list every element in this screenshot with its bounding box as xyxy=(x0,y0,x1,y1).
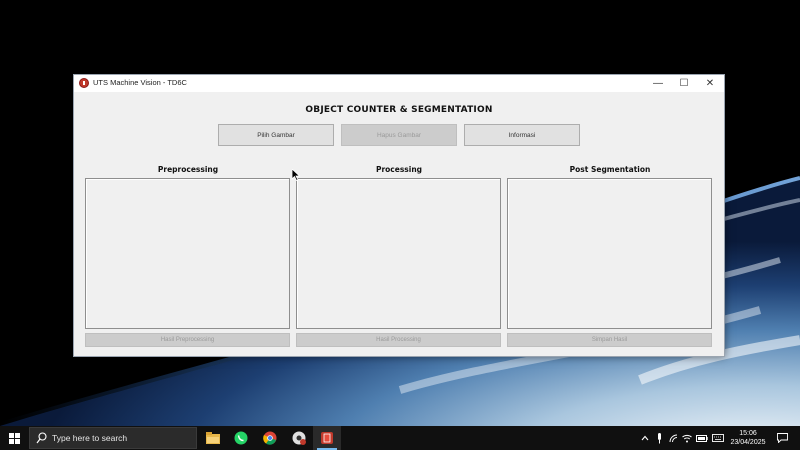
file-explorer-icon xyxy=(206,432,220,444)
location-icon xyxy=(669,434,677,442)
taskbar-clock[interactable]: 15:06 23/04/2025 xyxy=(726,429,770,447)
app-logo-icon xyxy=(79,78,89,88)
search-placeholder: Type here to search xyxy=(52,433,128,443)
keyboard-icon xyxy=(712,434,724,442)
post-segmentation-canvas xyxy=(507,178,712,329)
maximize-button[interactable]: ☐ xyxy=(672,75,696,92)
chrome-profile-button[interactable] xyxy=(285,426,313,450)
whatsapp-button[interactable] xyxy=(227,426,255,450)
window-title: UTS Machine Vision - TD6C xyxy=(93,78,187,87)
info-button[interactable]: Informasi xyxy=(464,124,580,146)
microphone-button[interactable] xyxy=(653,426,665,450)
file-explorer-button[interactable] xyxy=(199,426,227,450)
preprocessing-result-button[interactable]: Hasil Preprocessing xyxy=(85,333,290,347)
windows-logo-icon xyxy=(8,432,20,444)
notification-icon xyxy=(776,433,788,443)
taskbar-search-box[interactable]: Type here to search xyxy=(29,427,197,449)
notification-center-button[interactable] xyxy=(774,426,790,450)
search-icon xyxy=(36,432,47,444)
close-button[interactable]: ✕ xyxy=(698,75,722,92)
battery-icon xyxy=(696,434,708,442)
processing-canvas xyxy=(296,178,501,329)
chevron-up-icon xyxy=(641,435,649,441)
taskbar: Type here to search 15:06 23/04/2025 xyxy=(0,426,800,450)
preprocessing-title: Preprocessing xyxy=(157,165,219,174)
app-heading: OBJECT COUNTER & SEGMENTATION xyxy=(305,105,493,115)
whatsapp-icon xyxy=(234,431,248,445)
chrome-button[interactable] xyxy=(256,426,284,450)
keyboard-button[interactable] xyxy=(711,426,725,450)
machine-vision-app-icon xyxy=(321,432,333,444)
mouse-cursor-icon xyxy=(292,169,300,181)
pick-image-button[interactable]: Pilih Gambar xyxy=(218,124,334,146)
save-result-button[interactable]: Simpan Hasil xyxy=(507,333,712,347)
show-hidden-icons-button[interactable] xyxy=(639,426,651,450)
chrome-icon xyxy=(263,431,277,445)
location-button[interactable] xyxy=(667,426,679,450)
title-bar[interactable]: UTS Machine Vision - TD6C — ☐ ✕ xyxy=(74,75,724,93)
app-window: UTS Machine Vision - TD6C — ☐ ✕ OBJECT C… xyxy=(73,74,725,357)
network-button[interactable] xyxy=(681,426,693,450)
wifi-icon xyxy=(682,434,692,442)
clock-time: 15:06 xyxy=(739,430,757,437)
processing-title: Processing xyxy=(375,165,423,174)
processing-result-button[interactable]: Hasil Processing xyxy=(296,333,501,347)
machine-vision-app-button[interactable] xyxy=(313,426,341,450)
delete-image-button[interactable]: Hapus Gambar xyxy=(341,124,457,146)
microphone-icon xyxy=(657,432,661,443)
post-segmentation-title: Post Segmentation xyxy=(569,165,651,174)
clock-date: 23/04/2025 xyxy=(730,439,766,446)
chrome-profile-icon xyxy=(292,431,306,445)
minimize-button[interactable]: — xyxy=(646,75,670,92)
battery-button[interactable] xyxy=(695,426,709,450)
preprocessing-canvas xyxy=(85,178,290,329)
start-button[interactable] xyxy=(0,426,28,450)
